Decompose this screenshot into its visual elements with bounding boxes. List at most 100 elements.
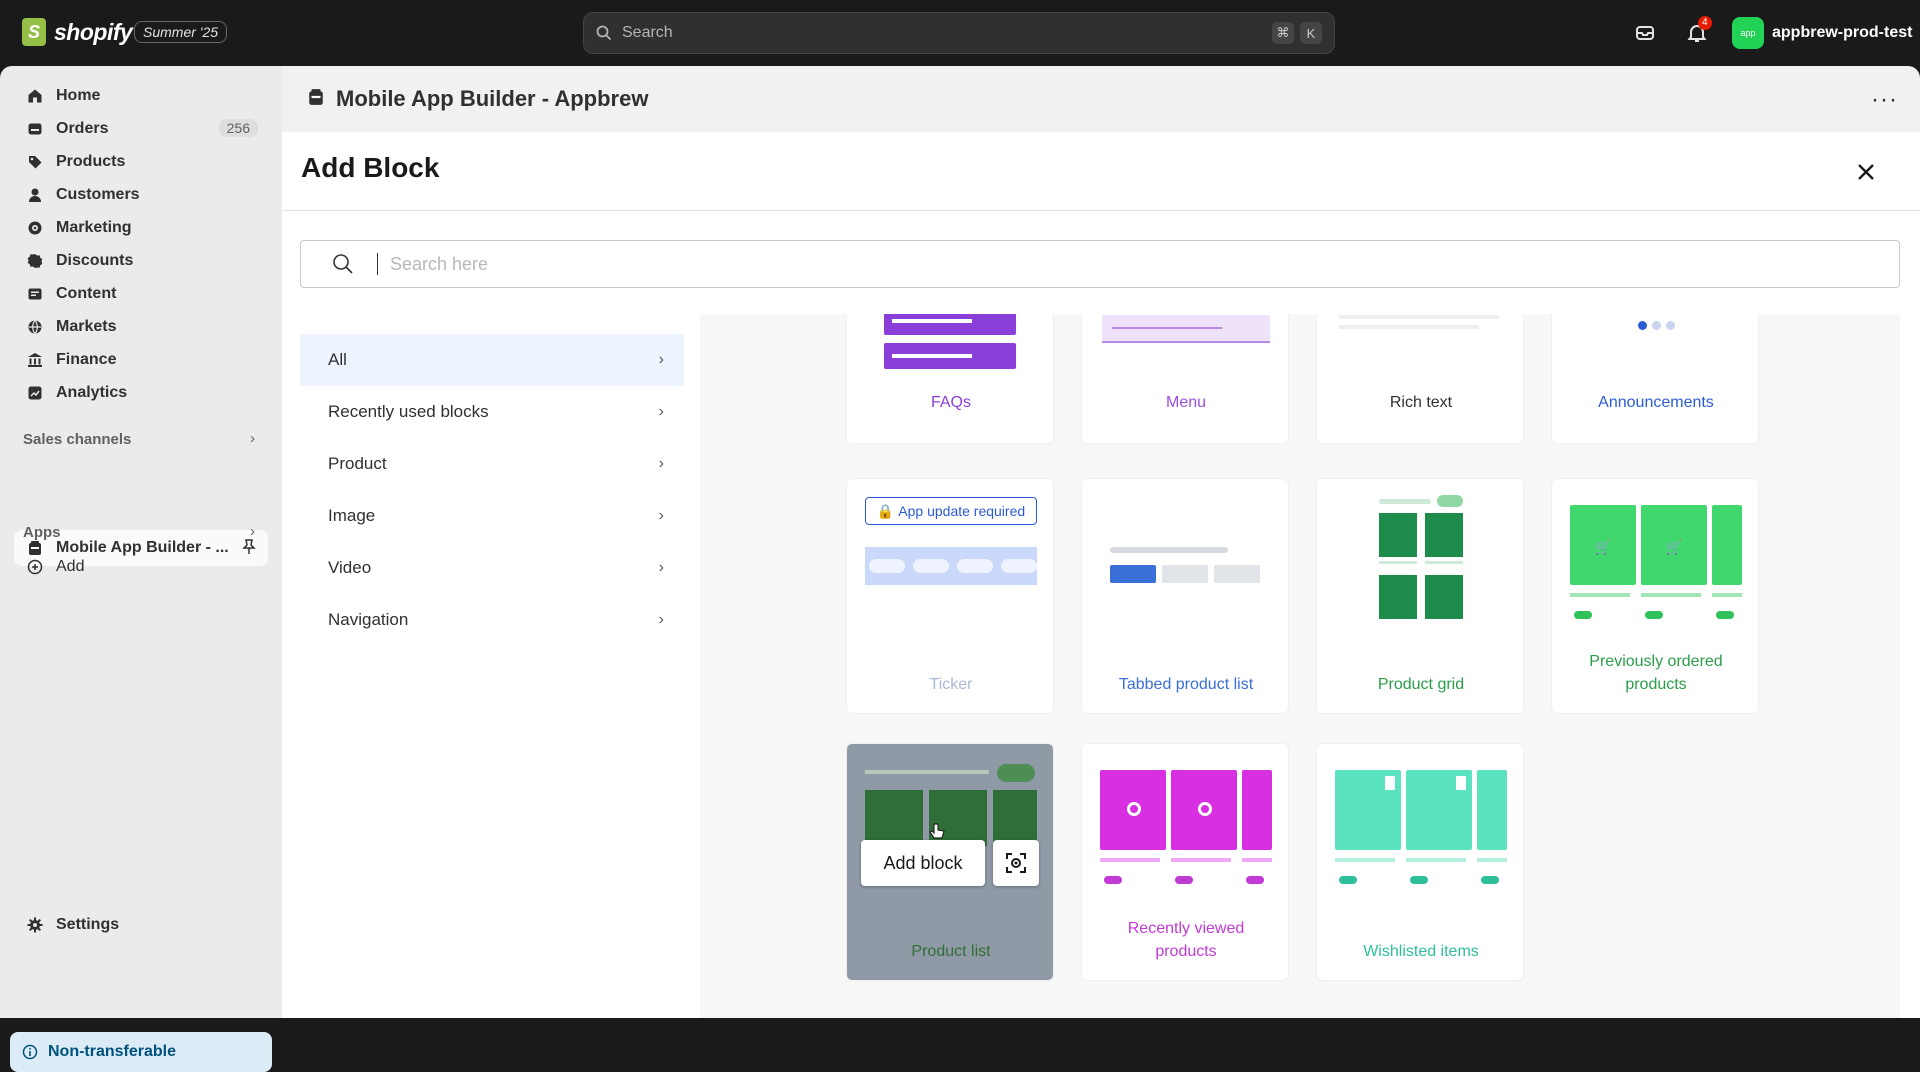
grid-cell (1379, 513, 1417, 557)
block-product-grid[interactable]: Product grid (1316, 478, 1524, 714)
block-label: Product grid (1377, 676, 1465, 693)
preview-pill (1246, 876, 1264, 884)
content-icon (26, 285, 44, 303)
store-avatar: app (1732, 17, 1764, 49)
non-transferable-banner[interactable]: Non-transferable (10, 1032, 272, 1072)
product-card-preview (865, 790, 923, 846)
block-search[interactable] (300, 240, 1900, 288)
hand-cursor-icon (928, 822, 946, 847)
ticker-pill (913, 559, 949, 573)
nav-analytics[interactable]: Analytics (14, 377, 268, 409)
store-menu[interactable]: app appbrew-prod-test (1732, 17, 1912, 49)
chevron-right-icon: › (658, 559, 664, 576)
dot (1652, 321, 1661, 330)
block-previously-ordered-products[interactable]: 🛒 🛒 Previously ordered products (1551, 478, 1759, 714)
nav-marketing[interactable]: Marketing (14, 212, 268, 244)
block-faqs[interactable]: FAQs (846, 314, 1054, 444)
category-list: All › Recently used blocks › Product › Imag… (300, 334, 684, 646)
nav-label: Customers (56, 186, 140, 203)
preview-pill (1716, 611, 1734, 619)
nav-label: Discounts (56, 252, 134, 269)
chevron-right-icon: › (658, 403, 664, 420)
add-block-panel: Add Block All › Recently used blocks › Pro… (282, 132, 1920, 1018)
notifications-bell-icon[interactable]: 4 (1684, 16, 1712, 46)
nav-label: Products (56, 153, 126, 170)
nav-products[interactable]: Products (14, 146, 268, 178)
grid-cell (1379, 575, 1417, 619)
person-icon (26, 186, 44, 204)
edition-badge[interactable]: Summer '25 (134, 21, 228, 43)
block-ticker[interactable]: 🔒 App update required Ticker (846, 478, 1054, 714)
apps-heading[interactable]: Apps (23, 524, 61, 541)
preview-line (1570, 593, 1630, 597)
category-recently-used[interactable]: Recently used blocks › (300, 386, 684, 438)
block-menu[interactable]: Menu (1081, 314, 1289, 444)
search-icon (333, 254, 353, 274)
block-rich-text[interactable]: Rich text (1316, 314, 1524, 444)
bookmark-icon (1385, 776, 1395, 790)
add-app-button[interactable]: Add (14, 551, 268, 583)
nav-customers[interactable]: Customers (14, 179, 268, 211)
top-bar: shopify Summer '25 Search ⌘ K 4 app appb… (0, 0, 1920, 66)
sales-channels-heading[interactable]: Sales channels (23, 431, 131, 448)
ticker-pill (1001, 559, 1037, 573)
block-tabbed-product-list[interactable]: Tabbed product list (1081, 478, 1289, 714)
target-icon (26, 219, 44, 237)
nav-discounts[interactable]: Discounts (14, 245, 268, 277)
preview-line (865, 770, 989, 774)
chevron-right-icon[interactable]: › (250, 430, 255, 447)
orders-count: 256 (218, 119, 258, 137)
chevron-right-icon[interactable]: › (250, 523, 255, 540)
preview-pill (1574, 611, 1592, 619)
category-video[interactable]: Video › (300, 542, 684, 594)
block-product-list[interactable]: Add block Product list (846, 743, 1054, 981)
block-grid: FAQs Menu Rich text Announcements 🔒 App … (700, 314, 1900, 1018)
block-wishlisted-items[interactable]: Wishlisted items (1316, 743, 1524, 981)
preview-line (892, 354, 972, 358)
inbox-icon[interactable] (1632, 20, 1658, 46)
preview-settings-icon[interactable] (993, 840, 1039, 886)
nav-markets[interactable]: Markets (14, 311, 268, 343)
more-actions-icon[interactable]: ··· (1871, 86, 1898, 114)
block-search-input[interactable] (388, 252, 1899, 276)
dot-active (1638, 321, 1647, 330)
nav-label: Marketing (56, 219, 132, 236)
nav-finance[interactable]: Finance (14, 344, 268, 376)
preview-line (1339, 315, 1499, 319)
nav-orders[interactable]: Orders 256 (14, 113, 268, 145)
nav-label: Finance (56, 351, 117, 368)
search-icon (596, 25, 612, 41)
store-name: appbrew-prod-test (1772, 24, 1913, 41)
text-caret (377, 253, 378, 275)
non-transferable-label: Non-transferable (48, 1043, 177, 1060)
block-recently-viewed-products[interactable]: Recently viewed products (1081, 743, 1289, 981)
nav-settings[interactable]: Settings (14, 909, 268, 941)
product-card-preview (993, 790, 1037, 846)
preview-pill (997, 764, 1035, 782)
nav-home[interactable]: Home (14, 80, 268, 112)
nav-label: Markets (56, 318, 117, 335)
chevron-right-icon: › (658, 351, 664, 368)
category-navigation[interactable]: Navigation › (300, 594, 684, 646)
block-announcements[interactable]: Announcements (1551, 314, 1759, 444)
divider (282, 210, 1920, 211)
preview-pill (1437, 495, 1463, 507)
preview-line (1406, 858, 1466, 862)
category-product[interactable]: Product › (300, 438, 684, 490)
shopify-logo[interactable]: shopify (22, 18, 133, 46)
add-block-button[interactable]: Add block (861, 840, 985, 886)
nav-content[interactable]: Content (14, 278, 268, 310)
global-search[interactable]: Search ⌘ K (583, 12, 1335, 54)
close-icon[interactable] (1852, 158, 1880, 186)
preview-line (1242, 858, 1272, 862)
category-all[interactable]: All › (300, 334, 684, 386)
nav-label: Analytics (56, 384, 128, 401)
preview-line (1712, 593, 1742, 597)
app-title: Mobile App Builder - Appbrew (336, 86, 649, 111)
category-image[interactable]: Image › (300, 490, 684, 542)
nav-label: Content (56, 285, 117, 302)
preview-line (892, 319, 972, 323)
preview-pill (1481, 876, 1499, 884)
product-card-preview (1477, 770, 1507, 850)
preview-line (1379, 499, 1431, 504)
